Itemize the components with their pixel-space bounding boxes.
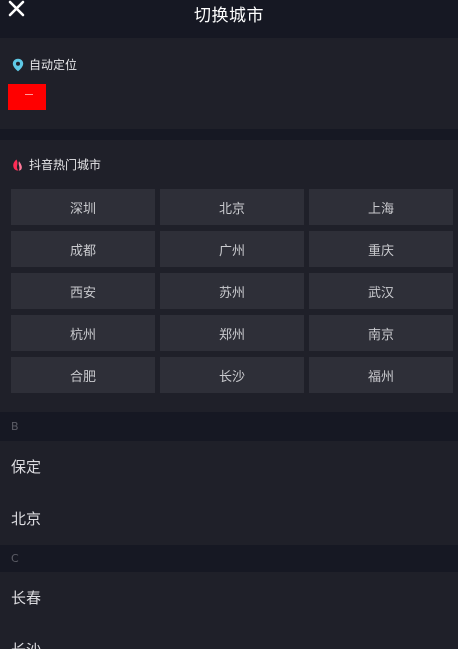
hot-city-button[interactable]: 重庆 xyxy=(309,231,453,267)
city-list-group-b: 保定 北京 xyxy=(0,441,458,545)
hot-city-button[interactable]: 成都 xyxy=(11,231,155,267)
hot-city-button[interactable]: 北京 xyxy=(160,189,304,225)
redacted-current-city[interactable] xyxy=(8,84,46,110)
auto-location-section: 自动定位 xyxy=(0,38,458,129)
hot-city-button[interactable]: 合肥 xyxy=(11,357,155,393)
switch-city-screen: 切换城市 自动定位 抖音热门城市 深圳 北京 上海 成都 广州 重庆 西安 苏州… xyxy=(0,0,458,649)
header: 切换城市 xyxy=(0,0,458,38)
auto-location-label: 自动定位 xyxy=(29,58,78,72)
page-title: 切换城市 xyxy=(194,6,264,26)
index-letter-b: B xyxy=(0,413,458,441)
section-divider xyxy=(0,129,458,140)
location-pin-icon xyxy=(12,58,24,71)
city-list-item[interactable]: 长沙 xyxy=(0,624,458,649)
hot-city-button[interactable]: 杭州 xyxy=(11,315,155,351)
hot-city-button[interactable]: 广州 xyxy=(160,231,304,267)
hot-cities-header: 抖音热门城市 xyxy=(11,156,101,173)
redaction-mark xyxy=(25,94,33,95)
city-list-group-c: 长春 长沙 xyxy=(0,572,458,649)
city-list-item[interactable]: 长春 xyxy=(0,572,458,624)
index-letter-c: C xyxy=(0,545,458,573)
hot-city-button[interactable]: 郑州 xyxy=(160,315,304,351)
douyin-flame-icon xyxy=(13,159,22,171)
hot-city-button[interactable]: 长沙 xyxy=(160,357,304,393)
hot-cities-section: 抖音热门城市 深圳 北京 上海 成都 广州 重庆 西安 苏州 武汉 杭州 郑州 … xyxy=(0,140,458,412)
city-list-item[interactable]: 北京 xyxy=(0,493,458,545)
hot-city-button[interactable]: 西安 xyxy=(11,273,155,309)
hot-city-button[interactable]: 上海 xyxy=(309,189,453,225)
hot-city-button[interactable]: 武汉 xyxy=(309,273,453,309)
hot-city-button[interactable]: 苏州 xyxy=(160,273,304,309)
city-list-item[interactable]: 保定 xyxy=(0,441,458,493)
auto-location-header: 自动定位 xyxy=(11,56,77,73)
hot-city-button[interactable]: 南京 xyxy=(309,315,453,351)
hot-city-button[interactable]: 福州 xyxy=(309,357,453,393)
hot-cities-label: 抖音热门城市 xyxy=(29,158,102,172)
hot-city-button[interactable]: 深圳 xyxy=(11,189,155,225)
